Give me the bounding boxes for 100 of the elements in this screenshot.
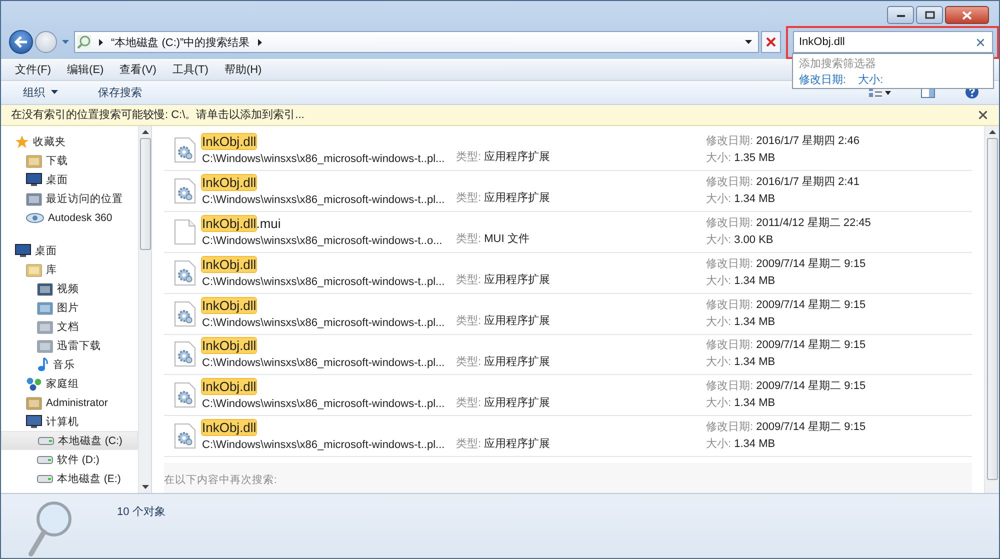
- result-row[interactable]: InkObj.dll.mui C:\Windows\winsxs\x86_microsoft-windows-t..o... 类型: MUI 文件 修改日期: 2011/4/12 星期二 22:45 大小: 3.00 KB: [164, 212, 972, 253]
- nav-item[interactable]: 音乐: [1, 355, 138, 374]
- nav-item[interactable]: 家庭组: [1, 374, 138, 393]
- minimize-icon: [896, 12, 906, 18]
- file-name[interactable]: InkObj.dll: [202, 378, 456, 396]
- scroll-up-icon[interactable]: [988, 130, 996, 134]
- folder-icon: [26, 192, 42, 206]
- nav-item[interactable]: Administrator: [1, 393, 138, 412]
- file-name[interactable]: InkObj.dll.mui: [202, 214, 456, 233]
- close-button[interactable]: [945, 6, 989, 24]
- menu-item[interactable]: 查看(V): [112, 62, 164, 78]
- nav-item[interactable]: 桌面: [1, 241, 138, 260]
- scroll-thumb[interactable]: [986, 138, 998, 480]
- info-message[interactable]: 在没有索引的位置搜索可能较慢: C:\。请单击以添加到索引...: [11, 107, 304, 122]
- folder-icon: [37, 338, 53, 352]
- filter-link[interactable]: 修改日期:: [799, 72, 846, 88]
- chevron-icon[interactable]: [99, 38, 103, 46]
- breadcrumb-item[interactable]: “本地磁盘 (C:)”中的搜索结果: [111, 34, 250, 50]
- nav-item[interactable]: 图片: [1, 298, 138, 317]
- minimize-button[interactable]: [887, 6, 914, 24]
- menu-item[interactable]: 工具(T): [164, 62, 216, 78]
- result-row[interactable]: InkObj.dll C:\Windows\winsxs\x86_microsoft-windows-t..pl... 类型: 应用程序扩展 修改日期: 2009/7/14 星期二 9:15 大小: 1.34 MB: [164, 252, 972, 294]
- search-field[interactable]: InkObj.dll: [793, 31, 993, 54]
- nav-item[interactable]: 软件 (D:): [1, 450, 138, 469]
- result-row[interactable]: InkObj.dll C:\Windows\winsxs\x86_microsoft-windows-t..pl... 类型: 应用程序扩展 修改日期: 2009/7/14 星期二 9:15 大小: 1.34 MB: [164, 294, 972, 335]
- filter-link[interactable]: 大小:: [858, 72, 884, 88]
- file-type: 类型: 应用程序扩展: [456, 272, 552, 288]
- scroll-up-icon[interactable]: [142, 130, 148, 134]
- nav-item[interactable]: 迅雷下载: [1, 336, 138, 355]
- menu-item[interactable]: 文件(F): [7, 62, 60, 78]
- nav-item[interactable]: 库: [1, 260, 138, 279]
- dropdown-title: 添加搜索筛选器: [799, 56, 877, 72]
- file-name[interactable]: InkObj.dll: [202, 174, 456, 192]
- folder-icon: [26, 154, 42, 168]
- result-row[interactable]: InkObj.dll C:\Windows\winsxs\x86_microsoft-windows-t..pl... 类型: 应用程序扩展 修改日期: 2016/1/7 星期四 2:41 大小: 1.34 MB: [164, 170, 972, 212]
- file-size: 大小: 1.34 MB: [706, 314, 776, 330]
- maximize-button[interactable]: [916, 6, 943, 24]
- nav-item[interactable]: 桌面: [1, 170, 138, 189]
- gear-file-icon: [174, 423, 196, 450]
- maximize-icon: [924, 11, 934, 19]
- gear-file-icon: [174, 136, 196, 163]
- file-path: C:\Windows\winsxs\x86_microsoft-windows-t..pl...: [202, 192, 446, 208]
- magnifier-icon: [27, 500, 73, 558]
- file-path: C:\Windows\winsxs\x86_microsoft-windows-t..pl...: [202, 152, 446, 167]
- stop-button[interactable]: [761, 31, 781, 54]
- star-icon: [15, 134, 29, 148]
- homegroup-icon: [26, 376, 42, 390]
- file-path: C:\Windows\winsxs\x86_microsoft-windows-t..pl...: [202, 438, 446, 454]
- file-type: 类型: MUI 文件: [456, 232, 530, 248]
- menu-item[interactable]: 帮助(H): [216, 62, 270, 78]
- nav-item[interactable]: 视频: [1, 279, 138, 298]
- toolbar-button[interactable]: 保存搜索: [88, 82, 152, 103]
- nav-item[interactable]: 计算机: [1, 412, 138, 431]
- dropdown-caret-icon[interactable]: [745, 40, 752, 44]
- caret-icon[interactable]: [62, 40, 69, 44]
- chevron-icon[interactable]: [258, 38, 262, 46]
- stop-icon: [766, 37, 776, 48]
- result-row[interactable]: InkObj.dll C:\Windows\winsxs\x86_microsoft-windows-t..pl... 类型: 应用程序扩展 修改日期: 2009/7/14 星期二 9:15 大小: 1.34 MB: [164, 334, 972, 376]
- file-name[interactable]: InkObj.dll: [202, 256, 456, 274]
- result-row[interactable]: InkObj.dll C:\Windows\winsxs\x86_microsoft-windows-t..pl... 类型: 应用程序扩展 修改日期: 2009/7/14 星期二 9:15 大小: 1.34 MB: [164, 375, 972, 416]
- nav-item[interactable]: 最近访问的位置: [1, 189, 138, 208]
- scrollbar[interactable]: [138, 126, 151, 493]
- folder-icon: [37, 320, 53, 334]
- nav-item[interactable]: 收藏夹: [1, 132, 138, 151]
- gear-file-icon: [174, 382, 196, 408]
- info-bar[interactable]: 在没有索引的位置搜索可能较慢: C:\。请单击以添加到索引...: [1, 104, 999, 126]
- back-button[interactable]: [9, 30, 33, 54]
- drive-icon: [38, 436, 54, 444]
- folder-icon: [37, 300, 53, 314]
- folder-icon: [26, 262, 42, 276]
- nav-item[interactable]: 本地磁盘 (E:): [1, 469, 138, 488]
- view-options-icon[interactable]: [869, 86, 891, 98]
- search-again-label: 在以下内容中再次搜索:: [164, 463, 972, 493]
- close-icon[interactable]: [979, 110, 987, 119]
- drive-icon: [37, 474, 53, 482]
- file-size: 大小: 1.34 MB: [706, 274, 776, 289]
- file-name[interactable]: InkObj.dll: [202, 132, 456, 151]
- clear-icon[interactable]: [977, 38, 984, 46]
- nav-item[interactable]: Autodesk 360: [1, 208, 138, 227]
- result-row[interactable]: InkObj.dll C:\Windows\winsxs\x86_microsoft-windows-t..pl... 类型: 应用程序扩展 修改日期: 2009/7/14 星期二 9:15 大小: 1.34 MB: [164, 416, 972, 458]
- menu-item[interactable]: 编辑(E): [59, 62, 112, 78]
- nav-item[interactable]: 文档: [1, 317, 138, 336]
- result-row[interactable]: InkObj.dll C:\Windows\winsxs\x86_microsoft-windows-t..pl... 类型: 应用程序扩展 修改日期: 2016/1/7 星期四 2:46 大小: 1.35 MB: [164, 130, 972, 171]
- file-size: 大小: 3.00 KB: [706, 232, 774, 248]
- address-bar[interactable]: “本地磁盘 (C:)”中的搜索结果: [74, 31, 759, 54]
- scroll-thumb[interactable]: [140, 138, 150, 250]
- file-type: 类型: 应用程序扩展: [456, 354, 552, 370]
- nav-item[interactable]: 本地磁盘 (C:): [1, 431, 138, 450]
- file-name[interactable]: InkObj.dll: [202, 296, 456, 315]
- toolbar-button[interactable]: 组织: [13, 82, 68, 103]
- scrollbar[interactable]: [984, 126, 999, 493]
- modified-date: 修改日期: 2011/4/12 星期二 22:45: [706, 216, 872, 231]
- nav-item[interactable]: 下载: [1, 151, 138, 170]
- file-name[interactable]: InkObj.dll: [202, 419, 456, 438]
- file-size: 大小: 1.34 MB: [706, 355, 776, 370]
- item-count: 10 个对象: [117, 505, 166, 519]
- file-name[interactable]: InkObj.dll: [202, 337, 456, 356]
- scroll-down-icon[interactable]: [142, 485, 148, 489]
- folder-icon: [37, 282, 53, 296]
- file-path: C:\Windows\winsxs\x86_microsoft-windows-t..pl...: [202, 397, 446, 412]
